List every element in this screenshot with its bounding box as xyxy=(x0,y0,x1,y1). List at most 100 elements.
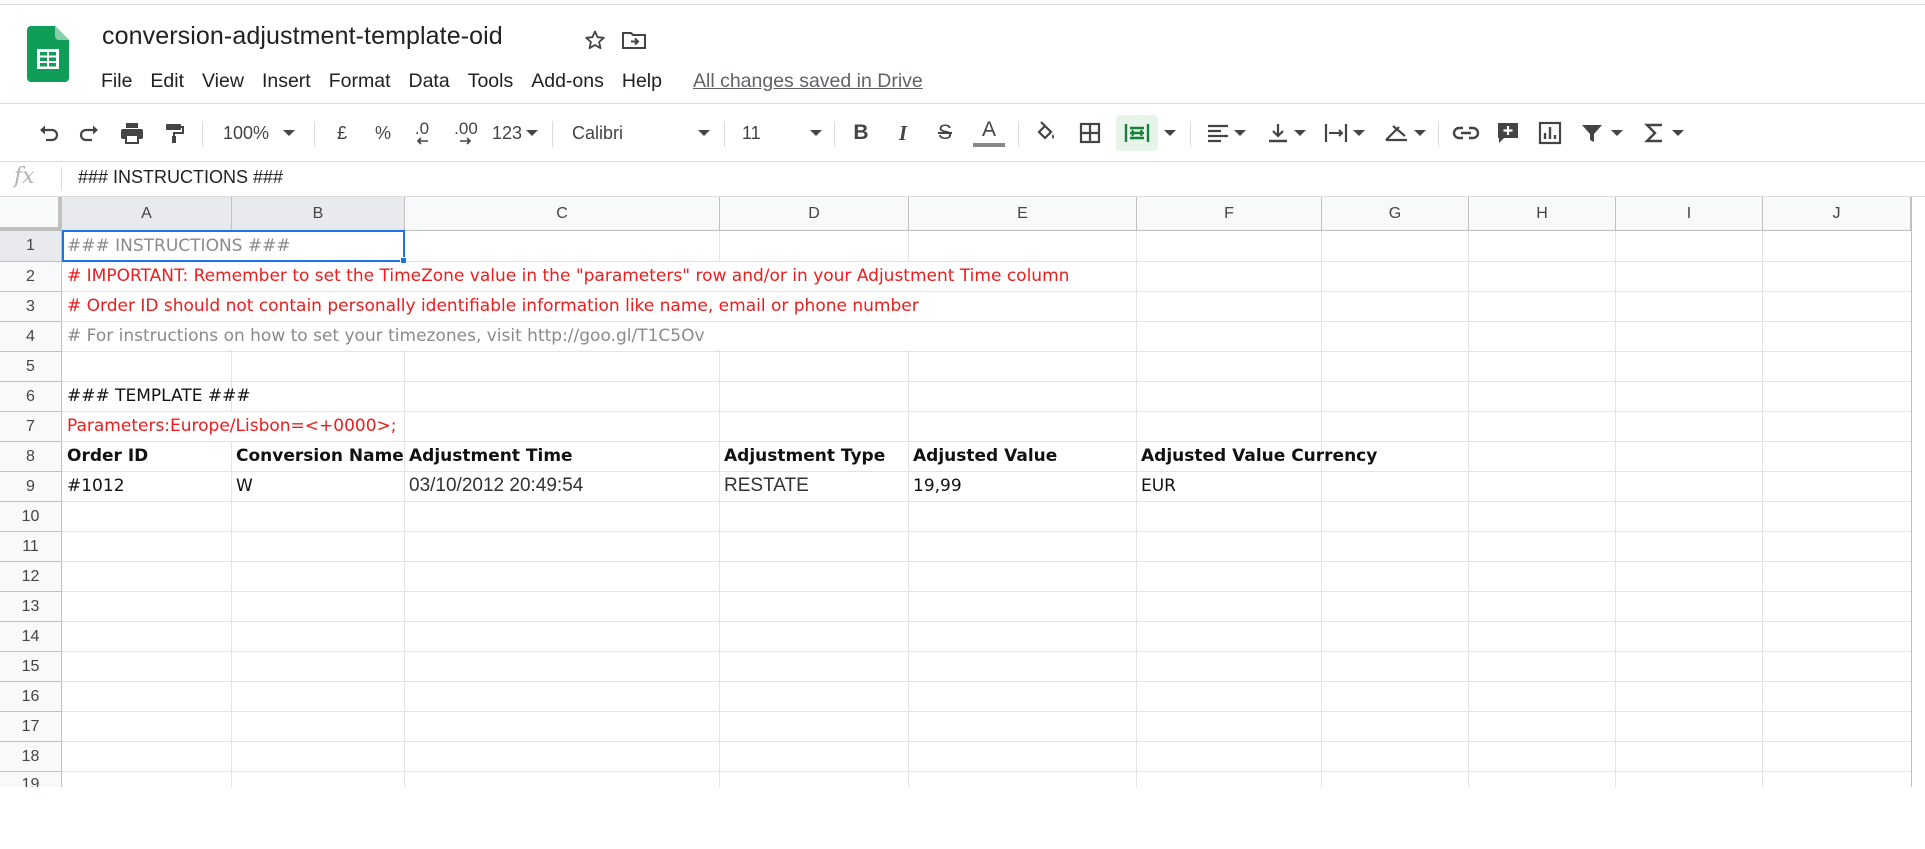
row-header-9[interactable]: 9 xyxy=(0,472,62,502)
vertical-align-icon[interactable] xyxy=(1262,115,1310,151)
decrease-decimal-button[interactable]: .0 xyxy=(406,115,438,151)
move-to-folder-icon[interactable] xyxy=(620,26,648,54)
column-header-c[interactable]: C xyxy=(405,197,720,231)
more-formats-select[interactable]: 123 xyxy=(490,115,540,151)
cell-a7[interactable]: Parameters:Europe/Lisbon=<+0000>; xyxy=(67,411,397,441)
column-header-g[interactable]: G xyxy=(1322,197,1469,231)
menu-help[interactable]: Help xyxy=(613,70,671,93)
row-header-10[interactable]: 10 xyxy=(0,502,62,532)
cell-b8[interactable]: Conversion Name xyxy=(236,441,404,471)
filter-icon[interactable] xyxy=(1576,115,1628,151)
row-header-12[interactable]: 12 xyxy=(0,562,62,592)
increase-decimal-button[interactable]: .00 xyxy=(448,115,484,151)
insert-chart-icon[interactable] xyxy=(1534,115,1566,151)
row-header-18[interactable]: 18 xyxy=(0,742,62,772)
gridline xyxy=(62,351,1911,352)
menu-add-ons[interactable]: Add-ons xyxy=(522,70,613,93)
menu-tools[interactable]: Tools xyxy=(459,70,523,93)
column-header-f[interactable]: F xyxy=(1137,197,1322,231)
column-header-d[interactable]: D xyxy=(720,197,909,231)
star-icon[interactable] xyxy=(581,26,609,54)
text-rotation-icon[interactable] xyxy=(1380,115,1428,151)
undo-icon[interactable] xyxy=(32,115,64,151)
gridline xyxy=(62,501,1911,502)
menu-format[interactable]: Format xyxy=(320,70,400,93)
row-header-15[interactable]: 15 xyxy=(0,652,62,682)
row-header-4[interactable]: 4 xyxy=(0,322,62,352)
cell-a2[interactable]: # IMPORTANT: Remember to set the TimeZon… xyxy=(67,261,1069,291)
cell-a3[interactable]: # Order ID should not contain personally… xyxy=(67,291,919,321)
merge-cells-icon[interactable] xyxy=(1116,115,1158,151)
cell-d8[interactable]: Adjustment Type xyxy=(724,441,885,471)
cell-a6[interactable]: ### TEMPLATE ### xyxy=(67,381,251,411)
menu-view[interactable]: View xyxy=(193,70,253,93)
row-header-5[interactable]: 5 xyxy=(0,352,62,382)
row-header-11[interactable]: 11 xyxy=(0,532,62,562)
cell-a4[interactable]: # For instructions on how to set your ti… xyxy=(67,321,705,351)
functions-icon[interactable] xyxy=(1638,115,1690,151)
borders-icon[interactable] xyxy=(1074,115,1106,151)
cell-e9[interactable]: 19,99 xyxy=(913,471,962,501)
merge-options-dropdown[interactable] xyxy=(1160,115,1180,151)
formula-input[interactable]: ### INSTRUCTIONS ### xyxy=(78,167,283,188)
row-header-3[interactable]: 3 xyxy=(0,292,62,322)
row-header-7[interactable]: 7 xyxy=(0,412,62,442)
row-header-8[interactable]: 8 xyxy=(0,442,62,472)
save-status-link[interactable]: All changes saved in Drive xyxy=(693,70,923,93)
row-header-17[interactable]: 17 xyxy=(0,712,62,742)
cell-c9[interactable]: 03/10/2012 20:49:54 xyxy=(409,471,583,501)
column-header-i[interactable]: I xyxy=(1616,197,1763,231)
chevron-down-icon xyxy=(1672,130,1684,136)
currency-format-button[interactable]: £ xyxy=(328,115,356,151)
cell-d9[interactable]: RESTATE xyxy=(724,471,809,501)
menu-file[interactable]: File xyxy=(92,70,141,93)
menu-insert[interactable]: Insert xyxy=(253,70,320,93)
column-header-a[interactable]: A xyxy=(62,197,232,231)
fill-handle[interactable] xyxy=(400,257,407,264)
column-header-b[interactable]: B xyxy=(232,197,405,231)
cell-e8[interactable]: Adjusted Value xyxy=(913,441,1057,471)
menu-data[interactable]: Data xyxy=(400,70,459,93)
column-header-e[interactable]: E xyxy=(909,197,1137,231)
cell-f8[interactable]: Adjusted Value Currency xyxy=(1141,441,1377,471)
gridline xyxy=(62,531,1911,532)
toolbar-divider xyxy=(0,161,1925,162)
gridline xyxy=(62,381,1911,382)
cell-a9[interactable]: #1012 xyxy=(67,471,125,501)
percent-format-button[interactable]: % xyxy=(368,115,398,151)
fill-color-icon[interactable] xyxy=(1030,115,1062,151)
column-header-h[interactable]: H xyxy=(1469,197,1616,231)
font-size-select[interactable]: 11 xyxy=(740,115,824,151)
select-all-corner[interactable] xyxy=(0,197,62,231)
row-header-16[interactable]: 16 xyxy=(0,682,62,712)
text-color-button[interactable]: A xyxy=(970,115,1008,151)
document-title[interactable]: conversion-adjustment-template-oid xyxy=(102,22,503,51)
insert-link-icon[interactable] xyxy=(1450,115,1482,151)
cell-f9[interactable]: EUR xyxy=(1141,471,1176,501)
font-family-select[interactable]: Calibri xyxy=(570,115,712,151)
grid-right-edge xyxy=(1911,197,1912,787)
redo-icon[interactable] xyxy=(74,115,106,151)
row-header-1[interactable]: 1 xyxy=(0,231,62,262)
cell-b9[interactable]: W xyxy=(236,471,253,501)
text-wrapping-icon[interactable] xyxy=(1320,115,1368,151)
row-header-19[interactable]: 19 xyxy=(0,772,62,787)
sheets-logo-icon[interactable] xyxy=(27,26,69,82)
italic-button[interactable]: I xyxy=(888,115,918,151)
zoom-select[interactable]: 100% xyxy=(214,115,304,151)
cell-c8[interactable]: Adjustment Time xyxy=(409,441,573,471)
row-header-2[interactable]: 2 xyxy=(0,262,62,292)
insert-comment-icon[interactable] xyxy=(1492,115,1524,151)
strikethrough-button[interactable]: S xyxy=(930,115,960,151)
paint-format-icon[interactable] xyxy=(158,115,190,151)
horizontal-align-icon[interactable] xyxy=(1202,115,1250,151)
print-icon[interactable] xyxy=(116,115,148,151)
row-header-6[interactable]: 6 xyxy=(0,382,62,412)
cell-a8[interactable]: Order ID xyxy=(67,441,148,471)
column-header-j[interactable]: J xyxy=(1763,197,1911,231)
menu-edit[interactable]: Edit xyxy=(141,70,193,93)
bold-button[interactable]: B xyxy=(846,115,876,151)
row-header-13[interactable]: 13 xyxy=(0,592,62,622)
top-border xyxy=(0,4,1925,5)
row-header-14[interactable]: 14 xyxy=(0,622,62,652)
